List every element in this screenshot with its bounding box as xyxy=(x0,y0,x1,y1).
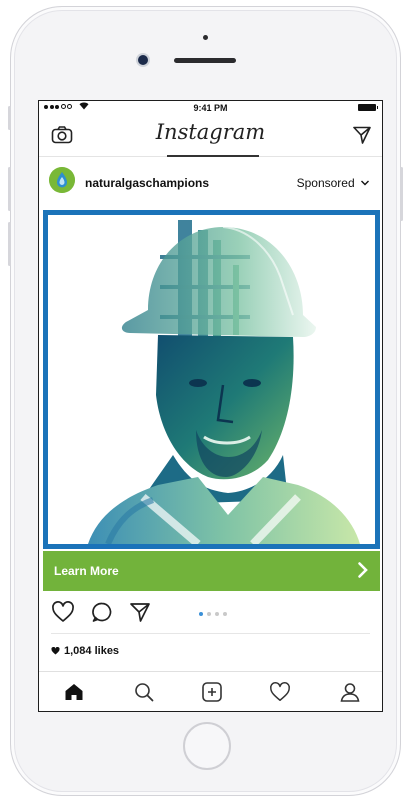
sponsored-menu[interactable]: Sponsored xyxy=(297,176,370,190)
avatar[interactable] xyxy=(49,167,75,193)
home-button[interactable] xyxy=(183,722,231,770)
add-post-icon[interactable] xyxy=(201,681,223,708)
bottom-tab-bar xyxy=(39,671,382,711)
post-actions xyxy=(39,597,382,629)
proximity-sensor xyxy=(203,35,208,40)
activity-heart-icon[interactable] xyxy=(269,681,291,708)
direct-send-icon[interactable] xyxy=(352,125,372,150)
battery-icon xyxy=(358,104,378,111)
carousel-dot xyxy=(215,612,219,616)
mute-switch xyxy=(8,106,11,130)
home-icon[interactable] xyxy=(63,681,85,708)
volume-up-button xyxy=(8,167,11,211)
chevron-right-icon xyxy=(356,560,370,585)
post-header: naturalgaschampions Sponsored xyxy=(39,157,382,205)
carousel-dot xyxy=(223,612,227,616)
status-time: 9:41 PM xyxy=(193,103,228,113)
cta-label: Learn More xyxy=(54,564,119,578)
likes-count[interactable]: 1,084 likes xyxy=(51,645,119,657)
app-header: Instagram xyxy=(39,115,382,157)
ad-image[interactable] xyxy=(43,210,380,549)
carousel-dot xyxy=(199,612,203,616)
instagram-logo: Instagram xyxy=(155,120,266,144)
search-icon[interactable] xyxy=(133,681,155,708)
like-heart-icon[interactable] xyxy=(51,601,75,628)
learn-more-button[interactable]: Learn More xyxy=(43,551,380,591)
carousel-dot xyxy=(207,612,211,616)
sponsored-label: Sponsored xyxy=(296,176,355,190)
phone-screen: 9:41 PM Instagram naturalgaschampions Sp… xyxy=(38,100,383,712)
small-heart-icon xyxy=(51,647,60,655)
share-send-icon[interactable] xyxy=(129,601,151,628)
earpiece-speaker xyxy=(174,58,236,63)
status-bar: 9:41 PM xyxy=(39,101,382,115)
actions-divider xyxy=(51,633,370,634)
carousel-indicator xyxy=(199,612,227,616)
chevron-down-icon xyxy=(361,180,369,186)
likes-label: 1,084 likes xyxy=(64,645,120,657)
profile-icon[interactable] xyxy=(339,681,361,708)
post-username[interactable]: naturalgaschampions xyxy=(85,176,209,190)
power-button xyxy=(400,167,403,221)
volume-down-button xyxy=(8,222,11,266)
front-camera xyxy=(138,55,148,65)
comment-icon[interactable] xyxy=(91,601,113,628)
